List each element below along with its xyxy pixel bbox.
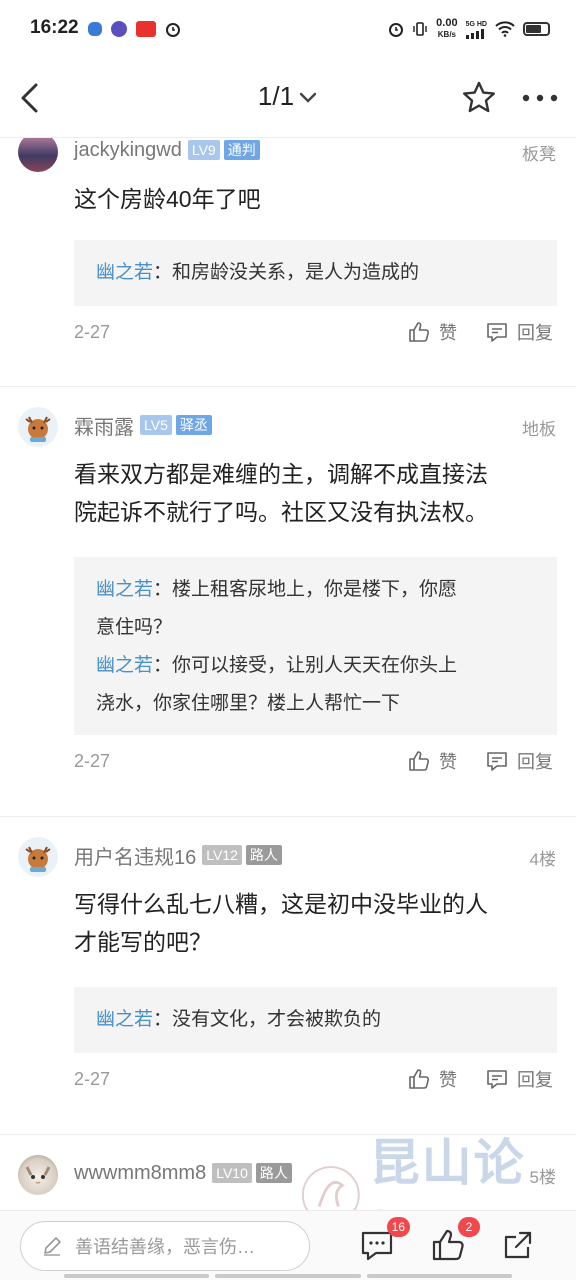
news-app-icon [136,21,156,37]
comment-count-badge: 16 [386,1217,410,1237]
reply-item: 幽之若：和房龄没关系，是人为造成的 [96,262,420,283]
battery-icon [523,22,550,36]
title-badge: 路人 [255,1163,292,1183]
reply-box[interactable]: 幽之若：楼上租客尿地上，你是楼下，你愿 意住吗？ 幽之若：你可以接受，让别人天天… [74,557,557,735]
reply-author[interactable]: 幽之若 [96,579,153,600]
paw-icon [88,22,102,36]
comment-date: 2-27 [74,322,111,342]
comment-input[interactable]: 善语结善缘，恶言伤… [20,1221,310,1271]
reply-author[interactable]: 幽之若 [96,1009,153,1030]
comment-item: jackykingwd LV9 通判 板凳 这个房龄40年了吧 幽之若：和房龄没… [0,138,576,386]
wifi-icon [495,21,515,37]
comment-feed[interactable]: jackykingwd LV9 通判 板凳 这个房龄40年了吧 幽之若：和房龄没… [0,138,576,1210]
share-button[interactable] [498,1225,538,1265]
reply-author[interactable]: 幽之若 [96,655,153,676]
alarm-icon [166,23,180,37]
bottom-toolbar: 善语结善缘，恶言伤… 16 2 [0,1210,576,1280]
level-badge: LV5 [140,415,172,435]
like-count-badge: 2 [458,1217,480,1237]
vibrate-icon [413,22,427,36]
level-badge: LV10 [212,1163,252,1183]
gesture-bar [64,1274,512,1278]
title-badge: 驿丞 [175,415,212,435]
avatar[interactable] [18,407,58,447]
reply-button[interactable]: 回复 [485,748,553,774]
comment-icon [487,1070,507,1089]
page-indicator: 1/1 [257,81,295,111]
reply-item: 幽之若：没有文化，才会被欺负的 [96,1009,382,1030]
app-notify-icon [111,21,127,37]
floor-label: 4楼 [529,850,556,869]
comment-text: 看来双方都是难缠的主，调解不成直接法 院起诉不就行了吗。社区又没有执法权。 [74,461,488,525]
more-icon[interactable] [518,78,562,118]
username[interactable]: jackykingwd [74,139,182,162]
title-badge: 路人 [245,845,282,865]
floor-label: 板凳 [522,145,556,164]
comment-icon [487,752,507,771]
comment-item: wwwmm8mm8 LV10 路人 5楼 [0,1135,576,1210]
reply-box[interactable]: 幽之若：没有文化，才会被欺负的 [74,987,557,1053]
avatar[interactable] [18,138,58,172]
reply-button[interactable]: 回复 [485,1066,553,1092]
net-speed: 0.00 KB/s [436,17,458,40]
comment-input-placeholder: 善语结善缘，恶言伤… [75,1237,255,1257]
status-bar: 16:22 0.00 KB/s 5G HD [0,0,576,60]
level-badge: LV12 [202,845,242,865]
alarm-icon [389,23,404,37]
thumbs-up-icon [409,751,430,771]
chevron-down-icon [299,92,317,103]
comment-icon [487,323,507,342]
floor-label: 5楼 [529,1168,556,1187]
status-time: 16:22 [30,17,79,38]
system-icons: 0.00 KB/s 5G HD [388,18,550,40]
username[interactable]: 霖雨露 [74,411,134,440]
signal-icon [466,28,485,39]
reply-box[interactable]: 幽之若：和房龄没关系，是人为造成的 [74,240,557,306]
comment-item: 霖雨露 LV5 驿丞 地板 看来双方都是难缠的主，调解不成直接法 院起诉不就行了… [0,387,576,815]
star-icon[interactable] [459,78,499,118]
comment-date: 2-27 [74,1069,111,1089]
top-nav: 1/1 [0,60,576,138]
cell-signal: 5G HD [466,20,487,39]
username[interactable]: wwwmm8mm8 [74,1162,206,1185]
like-button[interactable]: 赞 [407,748,457,774]
avatar[interactable] [18,837,58,877]
reply-item: 幽之若：你可以接受，让别人天天在你头上 [96,655,458,676]
like-button[interactable]: 赞 [407,1066,457,1092]
reply-text: 没有文化，才会被欺负的 [172,1009,382,1030]
title-badge: 通判 [223,140,260,160]
notification-icons [88,21,181,37]
level-badge: LV9 [187,140,220,160]
comment-item: 用户名违规16 LV12 路人 4楼 写得什么乱七八糟，这是初中没毕业的人 才能… [0,817,576,1133]
avatar[interactable] [18,1155,58,1195]
reply-author[interactable]: 幽之若 [96,262,153,283]
comment-date: 2-27 [74,751,111,771]
reply-text: 和房龄没关系，是人为造成的 [172,262,420,283]
pencil-icon [44,1237,61,1256]
reply-item: 幽之若：楼上租客尿地上，你是楼下，你愿 [96,579,458,600]
comment-text: 这个房龄40年了吧 [74,186,261,212]
thumbs-up-icon [409,322,430,342]
like-button[interactable]: 赞 [407,319,457,345]
share-icon [504,1231,532,1259]
floor-label: 地板 [522,420,556,439]
comment-text: 写得什么乱七八糟，这是初中没毕业的人 才能写的吧？ [74,891,488,955]
reply-button[interactable]: 回复 [485,319,553,345]
comments-button[interactable]: 16 [358,1217,410,1265]
username[interactable]: 用户名违规16 [74,841,196,870]
like-post-button[interactable]: 2 [428,1217,480,1265]
thumbs-up-icon [409,1069,430,1089]
